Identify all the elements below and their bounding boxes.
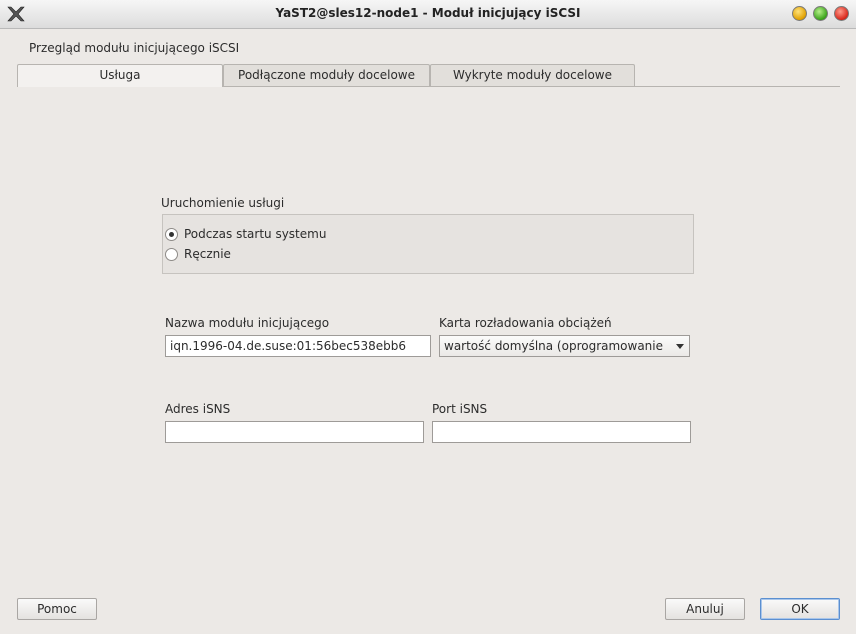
radio-label: Podczas startu systemu: [184, 227, 327, 241]
radio-label: Ręcznie: [184, 247, 231, 261]
initiator-name-field[interactable]: iqn.1996-04.de.suse:01:56bec538ebb6: [165, 335, 431, 357]
initiator-name-label: Nazwa modułu inicjującego: [165, 316, 330, 330]
service-start-label: Uruchomienie usługi: [161, 196, 285, 210]
ok-button[interactable]: OK: [760, 598, 840, 620]
cancel-button[interactable]: Anuluj: [665, 598, 745, 620]
offload-card-select[interactable]: wartość domyślna (oprogramowanie: [439, 335, 690, 357]
title-bar: YaST2@sles12-node1 - Moduł inicjujący iS…: [0, 0, 856, 29]
radio-on-boot[interactable]: Podczas startu systemu: [165, 226, 326, 242]
isns-address-field[interactable]: [165, 421, 424, 443]
offload-card-value: wartość domyślna (oprogramowanie: [444, 339, 663, 353]
tab-discovered-targets[interactable]: Wykryte moduły docelowe: [430, 64, 635, 86]
isns-port-label: Port iSNS: [432, 402, 488, 416]
tab-label: Usługa: [99, 68, 141, 82]
tab-connected-targets[interactable]: Podłączone moduły docelowe: [223, 64, 430, 86]
help-button[interactable]: Pomoc: [17, 598, 97, 620]
radio-unchecked-icon[interactable]: [165, 247, 178, 261]
chevron-down-icon: [676, 344, 684, 349]
maximize-button[interactable]: [813, 6, 828, 21]
window-title: YaST2@sles12-node1 - Moduł inicjujący iS…: [275, 6, 581, 20]
isns-port-field[interactable]: [432, 421, 691, 443]
tab-bar-divider: [223, 86, 840, 87]
radio-manual[interactable]: Ręcznie: [165, 246, 231, 262]
minimize-button[interactable]: [792, 6, 807, 21]
tab-service[interactable]: Usługa: [17, 64, 223, 87]
offload-card-label: Karta rozładowania obciążeń: [439, 316, 612, 330]
service-start-group: [162, 214, 694, 274]
close-button[interactable]: [834, 6, 849, 21]
tab-label: Podłączone moduły docelowe: [238, 68, 415, 82]
radio-checked-icon[interactable]: [165, 227, 178, 241]
page-title: Przegląd modułu inicjującego iSCSI: [29, 41, 240, 55]
isns-address-label: Adres iSNS: [165, 402, 231, 416]
tab-label: Wykryte moduły docelowe: [452, 68, 613, 82]
